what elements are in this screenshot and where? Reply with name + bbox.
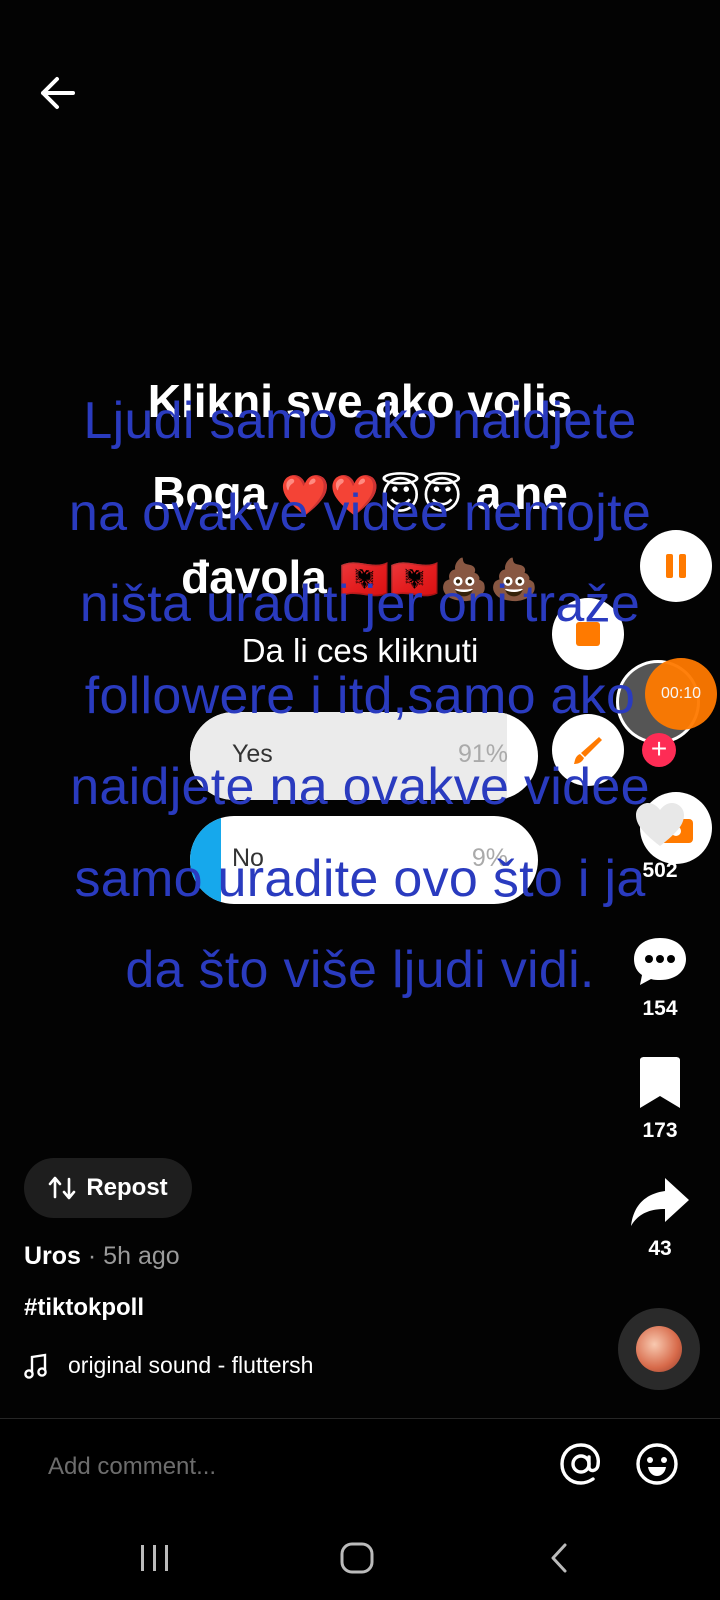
repost-icon	[49, 1176, 76, 1200]
sound-name: original sound - fluttersh	[68, 1352, 314, 1378]
at-sign-icon	[560, 1443, 600, 1485]
home-icon	[340, 1542, 374, 1574]
hashtag-link[interactable]: #tiktokpoll	[24, 1294, 144, 1322]
overlay-line: na ovakve videe nemojte	[68, 483, 652, 542]
overlay-line: da što više ljudi vidi.	[125, 941, 595, 999]
overlay-line: samo uradite ovo što i ja	[74, 849, 646, 908]
mention-button[interactable]	[558, 1441, 604, 1492]
comment-input[interactable]: Add comment...	[48, 1453, 216, 1481]
share-icon	[631, 1178, 689, 1226]
repost-button[interactable]: Repost	[24, 1158, 192, 1218]
repost-label: Repost	[86, 1174, 168, 1201]
bookmark-button[interactable]: 173	[600, 1056, 720, 1143]
back-button[interactable]	[34, 70, 80, 116]
bookmark-count: 173	[642, 1119, 678, 1142]
music-note-icon	[24, 1353, 47, 1379]
back-nav-button[interactable]	[534, 1536, 584, 1580]
overlay-line: followere i itd,samo ako	[84, 666, 636, 725]
overlay-caption: Ljudi samo ako naidjete na ovakve videe …	[0, 376, 720, 1017]
sound-link[interactable]: original sound - fluttersh	[24, 1352, 364, 1379]
share-button[interactable]: 43	[600, 1176, 720, 1261]
bookmark-icon	[640, 1057, 680, 1108]
recent-apps-icon	[141, 1545, 168, 1571]
music-disc[interactable]	[618, 1308, 700, 1390]
author-name[interactable]: Uros	[24, 1242, 81, 1270]
recent-apps-button[interactable]	[130, 1536, 180, 1580]
sound-cover-image	[636, 1326, 682, 1372]
home-button[interactable]	[332, 1536, 382, 1580]
overlay-line: ništa uraditi jer oni traže	[79, 575, 641, 633]
chevron-left-icon	[551, 1543, 567, 1573]
overlay-line: Ljudi samo ako naidjete	[83, 392, 637, 450]
emoji-button[interactable]	[634, 1441, 680, 1492]
post-time: · 5h ago	[80, 1242, 180, 1270]
arrow-left-icon	[41, 77, 75, 109]
overlay-line: naidjete na ovakve videe	[70, 758, 650, 816]
smiley-icon	[636, 1443, 678, 1485]
share-count: 43	[648, 1237, 672, 1260]
comment-bar: Add comment...	[0, 1419, 720, 1516]
system-nav-bar	[0, 1516, 720, 1600]
author-line: Uros · 5h ago	[24, 1242, 180, 1271]
